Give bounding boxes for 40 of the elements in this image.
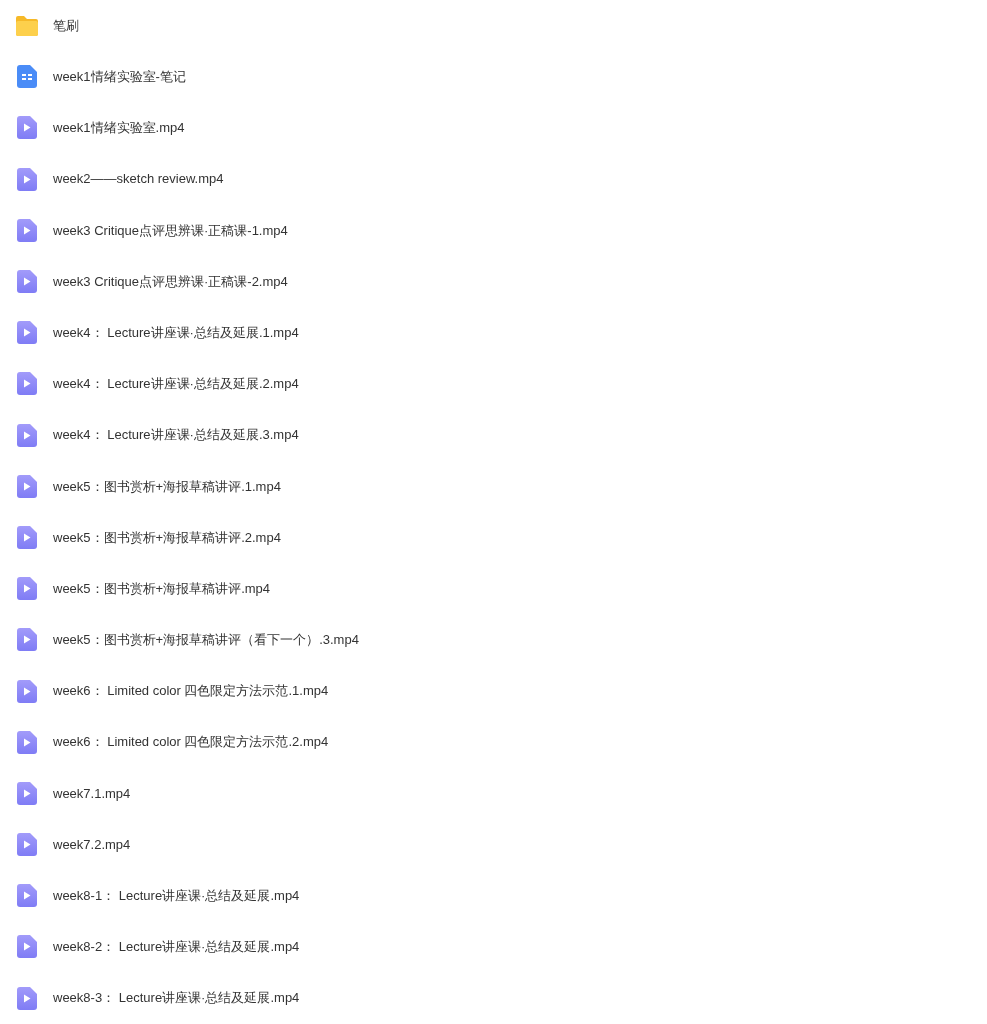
video-file-icon <box>16 218 37 242</box>
video-file-icon <box>16 270 37 294</box>
video-file-icon <box>16 321 37 345</box>
video-file-icon <box>16 679 37 703</box>
video-file-icon <box>16 884 37 908</box>
folder-icon <box>13 14 40 37</box>
file-name[interactable]: week7.2.mp4 <box>53 834 131 855</box>
video-file-icon <box>16 474 37 498</box>
file-name[interactable]: week1情绪实验室-笔记 <box>53 67 186 87</box>
file-name[interactable]: week3 Critique点评思辨课·正稿课-1.mp4 <box>53 220 288 241</box>
file-name[interactable]: week8-3： Lecture讲座课·总结及延展.mp4 <box>53 988 300 1008</box>
file-name[interactable]: week2——sketch review.mp4 <box>53 169 224 189</box>
file-name[interactable]: week5：图书赏析+海报草稿讲评.1.mp4 <box>53 476 281 497</box>
video-file-icon <box>16 577 37 601</box>
video-file-icon <box>16 833 37 857</box>
file-name[interactable]: week5：图书赏析+海报草稿讲评（看下一个）.3.mp4 <box>53 630 359 650</box>
video-file-icon <box>16 167 37 191</box>
file-name[interactable]: week6： Limited color 四色限定方法示范.2.mp4 <box>53 732 329 752</box>
file-name[interactable]: 笔刷 <box>53 15 79 36</box>
video-file-icon <box>16 935 37 959</box>
file-name[interactable]: week1情绪实验室.mp4 <box>53 118 185 138</box>
file-name[interactable]: week6： Limited color 四色限定方法示范.1.mp4 <box>53 681 329 701</box>
file-name[interactable]: week5：图书赏析+海报草稿讲评.mp4 <box>53 578 271 599</box>
video-file-icon <box>16 525 37 549</box>
video-file-icon <box>16 730 37 754</box>
video-file-icon <box>16 781 37 805</box>
file-name[interactable]: week8-2： Lecture讲座课·总结及延展.mp4 <box>53 937 300 957</box>
video-file-icon <box>16 628 37 652</box>
file-name[interactable]: week4： Lecture讲座课·总结及延展.1.mp4 <box>53 322 299 343</box>
file-name[interactable]: week4： Lecture讲座课·总结及延展.2.mp4 <box>53 374 299 394</box>
video-file-icon <box>16 116 37 140</box>
file-name[interactable]: week8-1： Lecture讲座课·总结及延展.mp4 <box>53 886 300 906</box>
file-name[interactable]: week7.1.mp4 <box>53 783 131 804</box>
document-icon <box>16 65 37 89</box>
video-file-icon <box>16 372 37 396</box>
video-file-icon <box>16 986 37 1010</box>
file-name[interactable]: week4： Lecture讲座课·总结及延展.3.mp4 <box>53 425 299 445</box>
video-file-icon <box>16 423 37 447</box>
file-name[interactable]: week5：图书赏析+海报草稿讲评.2.mp4 <box>53 527 281 548</box>
file-name[interactable]: week3 Critique点评思辨课·正稿课-2.mp4 <box>53 271 288 292</box>
